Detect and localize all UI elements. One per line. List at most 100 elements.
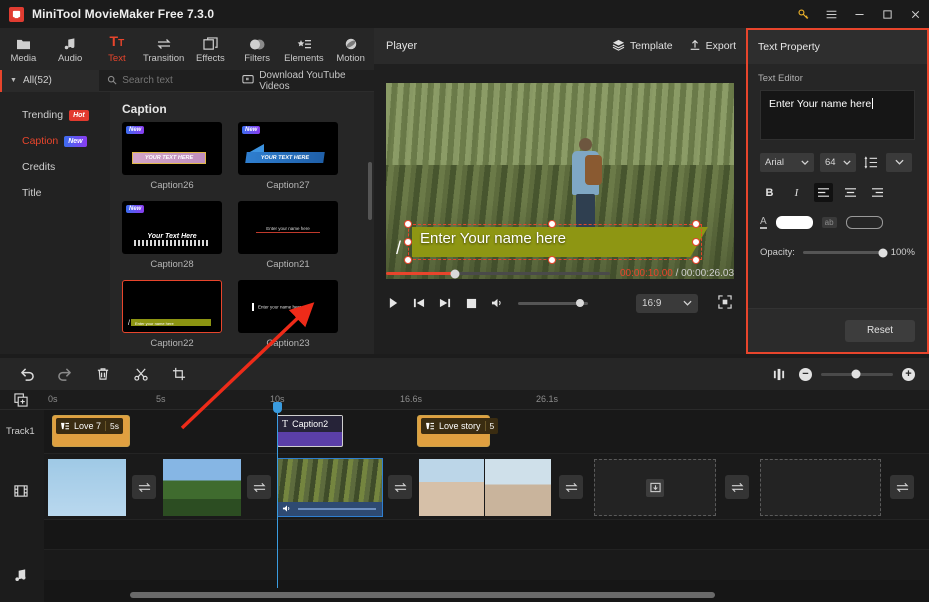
italic-button[interactable]: I [787, 183, 806, 202]
minimize-icon[interactable] [845, 0, 873, 28]
key-icon[interactable] [789, 0, 817, 28]
timeline-empty-slot[interactable] [594, 459, 716, 516]
aspect-ratio-dropdown[interactable]: 16:9 [636, 293, 698, 313]
maximize-icon[interactable] [873, 0, 901, 28]
reset-button[interactable]: Reset [845, 319, 915, 342]
nav-tab-motion[interactable]: Motion [327, 28, 374, 70]
nav-tab-text[interactable]: TT Text [94, 28, 141, 70]
resize-handle-tl[interactable] [404, 220, 412, 228]
fullscreen-icon[interactable] [718, 295, 734, 311]
template-thumbnail[interactable]: New Your Text Here [122, 201, 222, 254]
play-button[interactable] [386, 296, 400, 310]
nav-tab-transition[interactable]: Transition [140, 28, 187, 70]
zoom-slider[interactable] [821, 369, 893, 379]
template-thumbnail[interactable]: New YOUR TEXT HERE [238, 122, 338, 175]
timeline-video-clip-selected[interactable] [277, 458, 383, 517]
search-box[interactable] [107, 72, 243, 90]
resize-handle-bl[interactable] [404, 256, 412, 264]
grid-scrollbar[interactable] [368, 162, 372, 220]
nav-tab-effects[interactable]: Effects [187, 28, 234, 70]
close-icon[interactable] [901, 0, 929, 28]
volume-icon[interactable] [282, 500, 292, 516]
search-input[interactable] [122, 75, 243, 86]
opacity-handle[interactable] [878, 248, 888, 257]
next-frame-button[interactable] [438, 296, 452, 310]
template-card-caption27[interactable]: New YOUR TEXT HERE Caption27 [238, 122, 338, 191]
nav-tab-audio[interactable]: Audio [47, 28, 94, 70]
category-all-dropdown[interactable]: ▼ All(52) [0, 69, 100, 92]
resize-handle-br[interactable] [692, 256, 700, 264]
resize-handle-ml[interactable] [404, 238, 412, 246]
timeline-clip-caption2[interactable]: T Caption2 [277, 415, 343, 447]
export-button[interactable]: Export [689, 39, 736, 54]
playhead-handle[interactable] [273, 402, 282, 413]
download-youtube-button[interactable]: Download YouTube Videos [242, 70, 364, 92]
template-thumbnail[interactable]: Enter your name here [238, 201, 338, 254]
zoom-out-icon[interactable]: − [799, 367, 812, 381]
resize-handle-tc[interactable] [548, 220, 556, 228]
timeline-empty-slot[interactable] [760, 459, 881, 516]
font-size-dropdown[interactable]: 64 [820, 153, 856, 172]
template-thumbnail[interactable]: New YOUR TEXT HERE [122, 122, 222, 175]
timeline-video-clip[interactable] [485, 459, 551, 516]
category-item-trending[interactable]: Trending Hot [0, 102, 110, 128]
transition-button[interactable] [247, 475, 271, 499]
transition-button[interactable] [890, 475, 914, 499]
import-icon[interactable] [646, 478, 664, 497]
crop-icon[interactable] [168, 363, 190, 385]
playhead-line[interactable] [277, 402, 278, 588]
outline-color-swatch[interactable] [845, 216, 883, 229]
video-preview-stage[interactable]: / Enter Your name here [386, 83, 734, 279]
align-right-icon[interactable] [868, 183, 887, 202]
align-center-icon[interactable] [841, 183, 860, 202]
redo-icon[interactable] [54, 363, 76, 385]
zoom-in-icon[interactable]: + [902, 367, 915, 381]
menu-icon[interactable] [817, 0, 845, 28]
film-icon[interactable] [14, 484, 28, 503]
transition-button[interactable] [388, 475, 412, 499]
bold-button[interactable]: B [760, 183, 779, 202]
category-item-title[interactable]: Title [0, 180, 110, 206]
volume-icon[interactable] [490, 296, 504, 310]
timeline-video-clip[interactable] [419, 459, 484, 516]
timeline-video-clip[interactable] [48, 459, 126, 516]
undo-icon[interactable] [16, 363, 38, 385]
text-color-swatch[interactable] [775, 216, 813, 229]
transition-button[interactable] [559, 475, 583, 499]
resize-handle-mr[interactable] [692, 238, 700, 246]
template-card-caption21[interactable]: Enter your name here Caption21 [238, 201, 338, 270]
template-card-caption28[interactable]: New Your Text Here Caption28 [122, 201, 222, 270]
category-item-caption[interactable]: Caption New [0, 128, 110, 154]
transition-button[interactable] [725, 475, 749, 499]
template-button[interactable]: Template [612, 39, 673, 54]
audio-track-lane-2[interactable] [44, 550, 929, 580]
line-height-icon[interactable] [862, 154, 880, 172]
zoom-handle[interactable] [851, 369, 861, 379]
resize-handle-bc[interactable] [548, 256, 556, 264]
template-card-caption22[interactable]: / Enter your name here Caption22 [122, 280, 222, 349]
timeline-horizontal-scrollbar[interactable] [130, 592, 715, 598]
template-card-caption26[interactable]: New YOUR TEXT HERE Caption26 [122, 122, 222, 191]
nav-tab-filters[interactable]: Filters [234, 28, 281, 70]
seek-slider[interactable] [386, 269, 610, 278]
delete-icon[interactable] [92, 363, 114, 385]
music-note-icon[interactable] [14, 568, 28, 587]
stop-button[interactable] [464, 296, 478, 310]
volume-handle[interactable] [575, 299, 584, 307]
video-track-lane[interactable] [44, 454, 929, 520]
category-item-credits[interactable]: Credits [0, 154, 110, 180]
text-editor-input[interactable]: Enter Your name here [760, 90, 915, 140]
previous-frame-button[interactable] [412, 296, 426, 310]
template-card-caption23[interactable]: Enter your name here Caption23 [238, 280, 338, 349]
audio-track-lane-1[interactable] [44, 520, 929, 550]
text-track-lane[interactable]: Love 7 5s T Caption2 Love story 5 [44, 410, 929, 454]
audio-detach-icon[interactable] [768, 363, 790, 385]
template-thumbnail[interactable]: Enter your name here [238, 280, 338, 333]
nav-tab-elements[interactable]: Elements [281, 28, 328, 70]
volume-slider[interactable] [518, 299, 588, 307]
more-options-dropdown[interactable] [886, 153, 912, 172]
timeline-video-clip[interactable] [163, 459, 241, 516]
text-overlay-selection[interactable]: Enter Your name here [404, 220, 712, 264]
timeline-clip-lovestory[interactable]: Love story 5 [417, 415, 499, 447]
timeline-ruler[interactable]: 0s 5s 10s 16.6s 26.1s [0, 390, 929, 410]
